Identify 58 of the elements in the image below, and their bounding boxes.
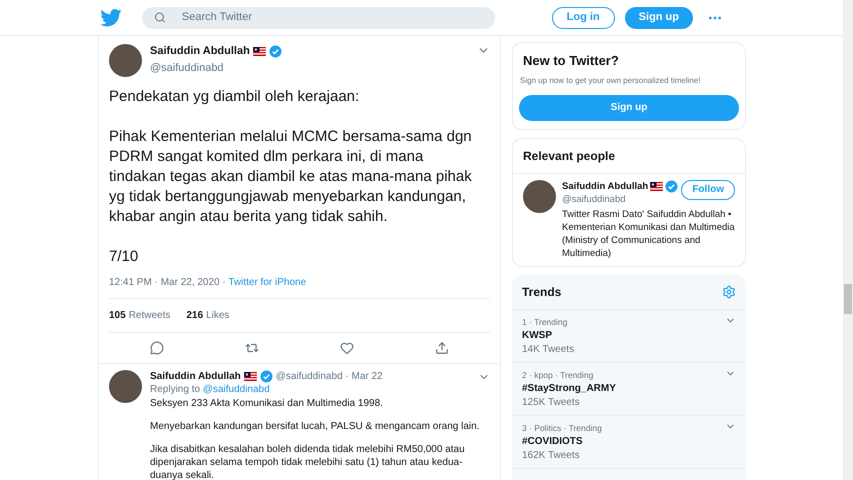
reply-text: Jika disabitkan kesalahan boleh didenda tidak melebihi RM50,000 atau dipenjarakan selama tempoh tidak melebihi satu (1) tahun atau kedua-duanya sekali. <box>150 443 466 480</box>
login-button[interactable]: Log in <box>552 6 615 28</box>
settings-icon[interactable] <box>722 284 736 298</box>
mention-link[interactable]: @saifuddinabd <box>202 384 270 395</box>
signup-button[interactable]: Sign up <box>624 6 693 28</box>
tweet-text: Pendekatan yg diambil oleh kerajaan: <box>109 87 360 107</box>
trend-context: 3 · Politics · Trending <box>522 422 602 434</box>
follow-button[interactable]: Follow <box>681 180 735 200</box>
flag-icon <box>650 182 664 190</box>
person-bio: Twitter Rasmi Dato' Saifuddin Abdullah • Kementerian Komunikasi dan Multimedia (Ministry of Communications and Multimedia) <box>562 208 735 260</box>
trend-count: 162K Tweets <box>522 448 580 462</box>
card-title: New to Twitter? <box>522 52 620 70</box>
author-handle[interactable]: @saifuddinabd · Mar 22 <box>276 370 475 383</box>
search-input[interactable]: Search Twitter <box>182 9 483 26</box>
share-icon[interactable] <box>435 341 450 355</box>
stat-label[interactable]: Retweets <box>128 308 170 323</box>
card-text: Sign up now to get your own personalized timeline! <box>519 74 702 86</box>
stat-count[interactable]: 216 <box>186 308 204 323</box>
card-title: Relevant people <box>513 138 745 174</box>
tweet-text: Pihak Kementerian melalui MCMC bersama-sama dgn PDRM sangat komited dlm perkara ini, di mana tindakan tegas akan diambil ke atas mana-mana pihak yg tidak bertanggungjawab menyebarkan kandungan, khabar angin atau berita yang tidak sahih. <box>109 127 473 227</box>
signup-button[interactable]: Sign up <box>519 94 739 120</box>
search-icon <box>154 11 166 24</box>
trend-context: 1 · Trending <box>522 316 568 328</box>
tweet-source-link[interactable]: Twitter for iPhone <box>228 277 306 288</box>
replying-to-label: Replying to <box>150 384 202 395</box>
person-name[interactable]: Saifuddin Abdullah <box>562 180 648 192</box>
trend-context: 2 · kpop · Trending <box>522 368 594 382</box>
bird-logo-icon[interactable] <box>100 8 122 26</box>
stat-count[interactable]: 105 <box>109 308 126 323</box>
reply-text: Menyebarkan kandungan bersifat lucah, PALSU & mengancam orang lain. <box>150 420 480 433</box>
author-name[interactable]: Saifuddin Abdullah <box>150 44 250 59</box>
avatar[interactable] <box>109 370 142 403</box>
trend-item[interactable]: 1 · Trending KWSP 14K Tweets <box>512 310 746 362</box>
like-icon[interactable] <box>340 341 354 355</box>
avatar[interactable] <box>523 180 556 212</box>
reply-text: Seksyen 233 Akta Komunikasi dan Multimedia 1998. <box>150 397 384 410</box>
person-handle[interactable]: @saifuddinabd <box>562 194 626 204</box>
trend-count: 125K Tweets <box>522 396 580 410</box>
trend-count: 14K Tweets <box>522 342 574 356</box>
retweet-icon[interactable] <box>244 341 259 355</box>
card-title: Trends <box>522 284 562 300</box>
trend-name: #COVIDIOTS <box>522 434 583 448</box>
author-name[interactable]: Saifuddin Abdullah <box>150 370 241 383</box>
search-field[interactable]: Search Twitter <box>142 6 495 28</box>
tweet-text: 7/10 <box>109 247 140 267</box>
stat-label[interactable]: Likes <box>206 308 230 323</box>
flag-icon <box>244 372 257 381</box>
author-handle[interactable]: @saifuddinabd <box>150 62 224 74</box>
trend-item[interactable]: 2 · kpop · Trending #StayStrong_ARMY 125K Tweets <box>512 362 746 416</box>
reply-icon[interactable] <box>150 341 164 355</box>
avatar[interactable] <box>109 44 142 77</box>
tweet-timestamp[interactable]: 12:41 PM · Mar 22, 2020 · <box>109 277 228 288</box>
trend-name: KWSP <box>522 328 552 342</box>
scrollbar[interactable] <box>843 0 853 480</box>
flag-icon <box>252 47 266 56</box>
trend-item[interactable]: 3 · Politics · Trending #COVIDIOTS 162K Tweets <box>512 416 746 468</box>
trend-name: #StayStrong_ARMY <box>522 382 616 396</box>
scrollbar-thumb[interactable] <box>844 284 852 314</box>
